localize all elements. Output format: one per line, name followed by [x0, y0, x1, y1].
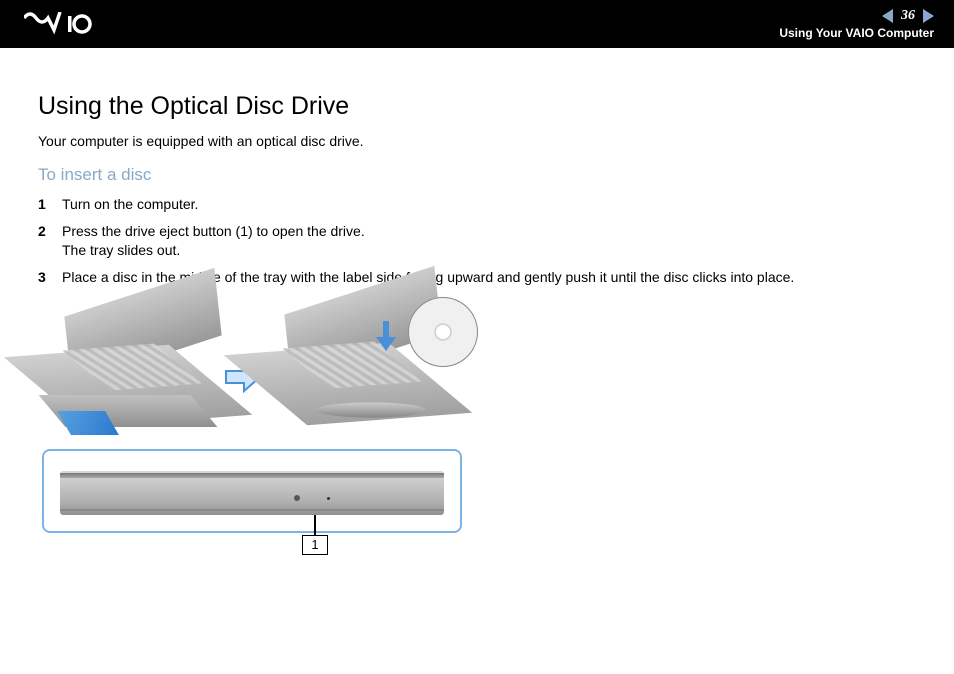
step-number: 3: [38, 268, 62, 287]
vaio-logo: [24, 12, 134, 36]
drive-slot-highlight: [57, 411, 119, 435]
eject-button-icon: [294, 495, 300, 501]
list-item: 3 Place a disc in the middle of the tray…: [38, 268, 926, 287]
sequence-arrow-icon: [224, 359, 264, 395]
next-page-arrow-icon[interactable]: [923, 9, 934, 23]
drive-closeup-panel: 1: [42, 449, 462, 533]
instruction-figure: 1: [38, 299, 483, 555]
laptop-open-tray-illustration: [268, 289, 483, 449]
page-title: Using the Optical Disc Drive: [38, 92, 926, 121]
insert-arrow-icon: [376, 321, 396, 351]
list-item: 1 Turn on the computer.: [38, 195, 926, 214]
subsection-title: To insert a disc: [38, 165, 926, 185]
callout-label: 1: [302, 535, 328, 555]
disc-tray: [316, 402, 426, 417]
header-nav: 36 Using Your VAIO Computer: [779, 8, 934, 40]
step-number: 2: [38, 222, 62, 260]
list-item: 2 Press the drive eject button (1) to op…: [38, 222, 926, 260]
step-list: 1 Turn on the computer. 2 Press the driv…: [38, 195, 926, 287]
vaio-logo-svg: [24, 12, 134, 36]
page-nav: 36: [882, 8, 934, 24]
step-number: 1: [38, 195, 62, 214]
step-text: Turn on the computer.: [62, 195, 926, 214]
laptop-closed-illustration: [38, 299, 218, 449]
page-number: 36: [897, 8, 919, 24]
step-text: Place a disc in the middle of the tray w…: [62, 268, 926, 287]
intro-text: Your computer is equipped with an optica…: [38, 133, 926, 149]
section-label: Using Your VAIO Computer: [779, 26, 934, 40]
header-bar: 36 Using Your VAIO Computer: [0, 0, 954, 48]
step-text: Press the drive eject button (1) to open…: [62, 222, 926, 260]
page-content: Using the Optical Disc Drive Your comput…: [0, 48, 954, 555]
prev-page-arrow-icon[interactable]: [882, 9, 893, 23]
disc-icon: [408, 297, 478, 367]
